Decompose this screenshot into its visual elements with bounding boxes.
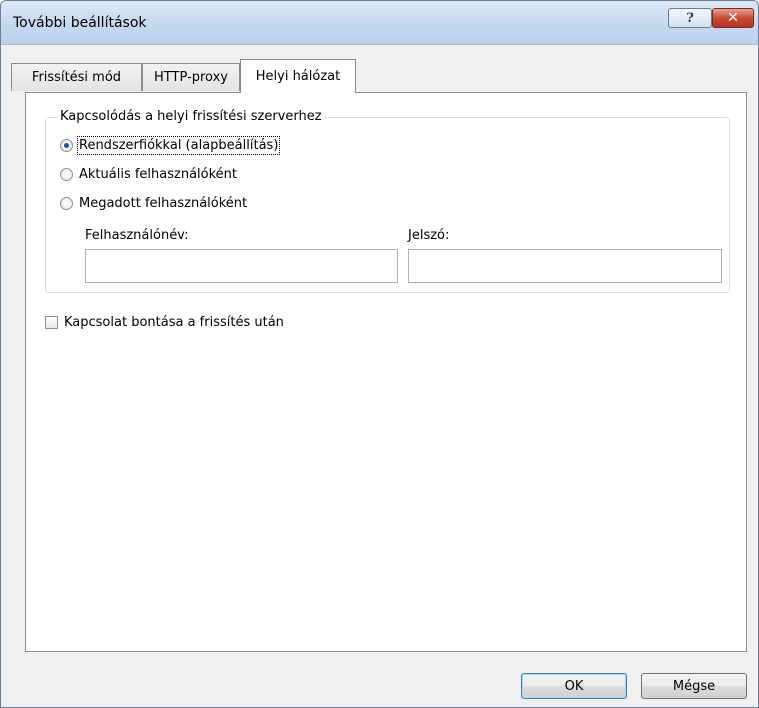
radio-label-system-account: Rendszerfiókkal (alapbeállítás) (76, 136, 281, 155)
close-button[interactable]: ✕ (712, 8, 754, 28)
username-input[interactable] (85, 249, 398, 283)
ok-button[interactable]: OK (521, 673, 627, 699)
help-icon: ? (686, 10, 694, 26)
password-label: Jelszó: (408, 228, 450, 243)
connection-groupbox: Kapcsolódás a helyi frissítési szerverhe… (45, 109, 730, 293)
radio-system-account[interactable]: Rendszerfiókkal (alapbeállítás) (60, 136, 281, 155)
help-button[interactable]: ? (668, 8, 712, 28)
disconnect-after-update-option[interactable]: Kapcsolat bontása a frissítés után (45, 315, 284, 330)
dialog-window: További beállítások ? ✕ Frissítési mód H… (0, 0, 759, 708)
radio-specified-user[interactable]: Megadott felhasználóként (60, 196, 247, 211)
tab-frissitesi-mod[interactable]: Frissítési mód (11, 63, 142, 91)
tab-http-proxy[interactable]: HTTP-proxy (142, 63, 240, 91)
radio-current-user[interactable]: Aktuális felhasználóként (60, 167, 237, 182)
disconnect-checkbox[interactable] (45, 316, 58, 329)
window-title: További beállítások (13, 15, 147, 31)
password-input[interactable] (408, 249, 722, 283)
tab-panel-helyi-halozat: Kapcsolódás a helyi frissítési szerverhe… (25, 92, 747, 652)
disconnect-label: Kapcsolat bontása a frissítés után (64, 315, 284, 330)
username-label: Felhasználónév: (85, 228, 189, 243)
title-bar[interactable]: További beállítások ? ✕ (1, 1, 758, 45)
radio-label-specified-user: Megadott felhasználóként (79, 196, 248, 211)
radio-button[interactable] (60, 168, 73, 181)
connection-group-label: Kapcsolódás a helyi frissítési szerverhe… (58, 109, 324, 124)
radio-button-checked[interactable] (60, 139, 73, 152)
radio-label-current-user: Aktuális felhasználóként (79, 167, 238, 182)
close-icon: ✕ (727, 10, 739, 26)
cancel-button[interactable]: Mégse (641, 673, 747, 699)
tab-helyi-halozat[interactable]: Helyi hálózat (240, 59, 356, 93)
radio-button[interactable] (60, 197, 73, 210)
